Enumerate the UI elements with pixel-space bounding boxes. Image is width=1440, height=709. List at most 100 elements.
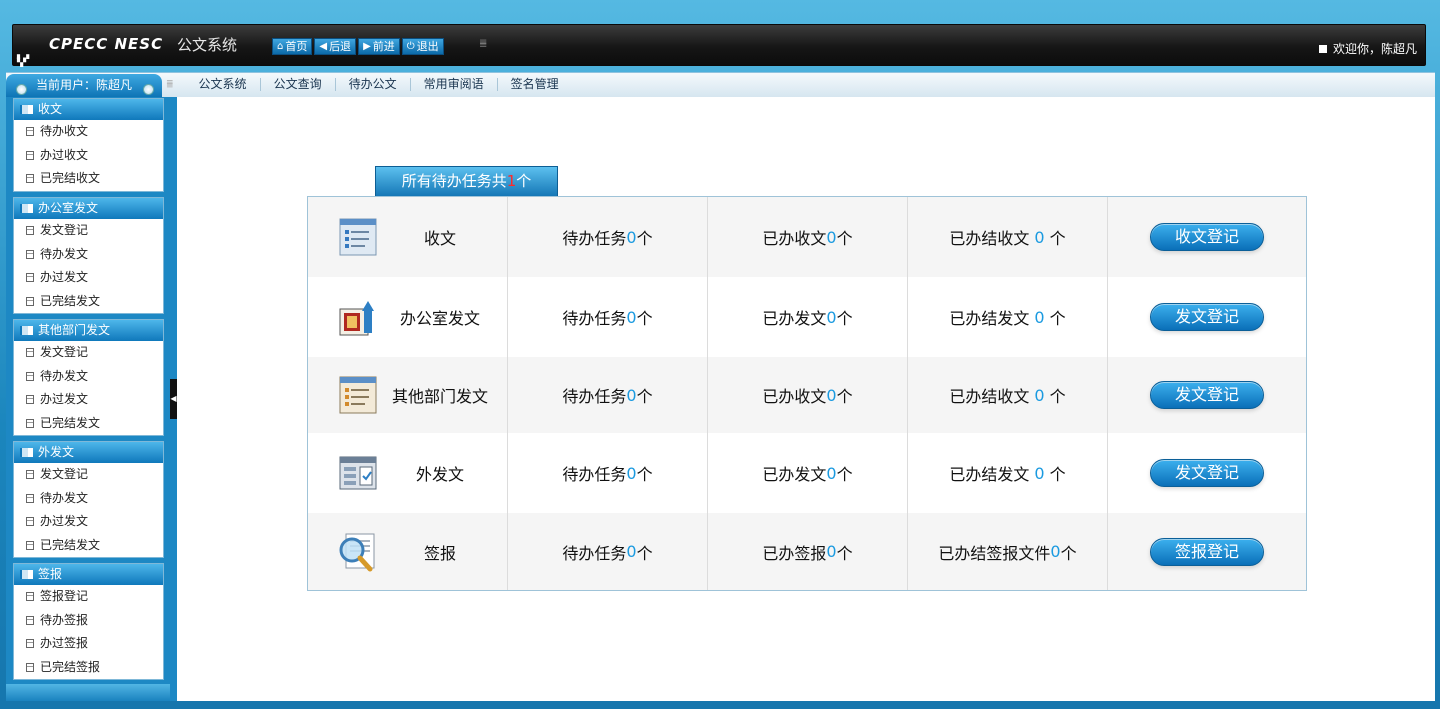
menu-item-document-query[interactable]: 公文查询 <box>261 78 336 91</box>
category-cell: 办公室发文 <box>308 277 508 357</box>
forward-button[interactable]: ▶ 前进 <box>358 38 400 55</box>
pending-count-cell: 待办任务 0 个 <box>508 197 708 277</box>
sidebar-item[interactable]: 办过发文 <box>14 266 163 290</box>
document-icon <box>26 174 34 184</box>
other-dept-register-button[interactable]: 发文登记 <box>1150 381 1264 409</box>
toolbar-grip-icon: ≡ ≡ <box>479 37 488 51</box>
pending-count: 0 <box>626 463 637 483</box>
category-label: 外发文 <box>415 465 464 484</box>
tab-knob-icon <box>16 84 27 95</box>
sidebar-item-label: 待办签报 <box>40 612 89 627</box>
collapse-sidebar-handle[interactable]: ◀ <box>170 379 177 419</box>
sidebar-item[interactable]: 待办发文 <box>14 365 163 389</box>
sidebar-item[interactable]: 办过收文 <box>14 144 163 168</box>
handled-count-cell: 已办发文 0 个 <box>708 433 908 513</box>
home-icon: ⌂ <box>277 41 284 52</box>
sidebar-item[interactable]: 已完结发文 <box>14 412 163 436</box>
sidebar-item[interactable]: 办过发文 <box>14 510 163 534</box>
action-cell: 发文登记 <box>1108 277 1306 357</box>
sidebar-item[interactable]: 办过发文 <box>14 388 163 412</box>
category-cell: 签报 <box>308 513 508 590</box>
completed-count: 0 <box>1034 307 1045 327</box>
sidebar-item-label: 办过收文 <box>40 147 89 162</box>
menu-grip-icon: ≡ ≡ <box>166 77 174 91</box>
menu-item-document-system[interactable]: 公文系统 <box>186 78 261 91</box>
menu-items: ≡ ≡ 公文系统 公文查询 待办公文 常用审阅语 签名管理 <box>166 74 572 95</box>
handled-label: 已办收文 <box>762 387 827 406</box>
action-cell: 收文登记 <box>1108 197 1306 277</box>
back-button[interactable]: ◀ 后退 <box>314 38 357 55</box>
completed-count: 0 <box>1034 463 1045 483</box>
power-icon: ⏻ <box>406 41 415 52</box>
pending-total-tab: 所有待办任务共1个 <box>375 166 558 196</box>
sidebar-item[interactable]: 办过签报 <box>14 632 163 656</box>
sidebar-item[interactable]: 已完结发文 <box>14 290 163 314</box>
category-label: 其他部门发文 <box>391 387 488 406</box>
pending-label: 待办任务 <box>562 309 627 328</box>
sidebar-item-label: 签报登记 <box>40 589 89 603</box>
task-table: 收文 待办任务 0 个 已办收文 0 个 已办结收文 0 个 收文登记 办公室发文 待办… <box>307 196 1307 591</box>
sidebar-item-label: 待办收文 <box>40 124 89 138</box>
sidebar-group-other-dept: 其他部门发文 发文登记 待办发文 办过发文 已完结发文 <box>13 319 164 436</box>
document-icon <box>26 418 34 428</box>
unit-label: 个 <box>836 309 853 328</box>
sidebar-item[interactable]: 已完结签报 <box>14 656 163 680</box>
document-icon <box>26 493 34 503</box>
handled-count-cell: 已办收文 0 个 <box>708 357 908 433</box>
completed-label: 已办结签报文件 <box>938 543 1051 563</box>
pending-label: 待办任务 <box>562 465 627 484</box>
menu-item-review-phrases[interactable]: 常用审阅语 <box>411 78 498 91</box>
document-icon <box>26 592 34 602</box>
document-icon <box>26 395 34 405</box>
sidebar-item-label: 办过发文 <box>40 514 89 528</box>
sidebar-item[interactable]: 已完结收文 <box>14 167 163 191</box>
sidebar-item[interactable]: 已完结发文 <box>14 534 163 558</box>
sidebar-group-sign-report: 签报 签报登记 待办签报 办过签报 已完结签报 <box>13 563 164 680</box>
sidebar-group-header[interactable]: 收文 <box>14 99 163 120</box>
sidebar-item[interactable]: 待办收文 <box>14 120 163 144</box>
category-cell: 收文 <box>308 197 508 277</box>
incoming-register-button[interactable]: 收文登记 <box>1150 223 1264 251</box>
completed-count-cell: 已办结发文 0 个 <box>908 433 1108 513</box>
sidebar-group-header[interactable]: 外发文 <box>14 442 163 463</box>
sidebar-item[interactable]: 发文登记 <box>14 463 163 487</box>
category-label: 办公室发文 <box>399 309 480 328</box>
pending-count: 0 <box>626 227 637 247</box>
completed-count: 0 <box>1034 227 1045 247</box>
sidebar-group-header[interactable]: 办公室发文 <box>14 198 163 219</box>
sidebar-item[interactable]: 发文登记 <box>14 341 163 365</box>
action-cell: 发文登记 <box>1108 357 1306 433</box>
handled-count-cell: 已办签报 0 个 <box>708 513 908 590</box>
sidebar-group-header[interactable]: 签报 <box>14 564 163 585</box>
unit-label: 个 <box>636 543 653 563</box>
logout-button[interactable]: ⏻ 退出 <box>401 38 444 55</box>
completed-count-cell: 已办结签报文件 0 个 <box>908 513 1108 590</box>
sidebar-item-label: 发文登记 <box>40 223 89 237</box>
top-bar: ▖▗ ▚▘ CPECC NESC 公文系统 ⌂ 首页 ◀ 后退 ▶ 前进 ⏻ 退出… <box>12 24 1426 67</box>
sidebar-item[interactable]: 待办发文 <box>14 487 163 511</box>
external-register-button[interactable]: 发文登记 <box>1150 459 1264 487</box>
home-button[interactable]: ⌂ 首页 <box>272 38 313 55</box>
action-cell: 发文登记 <box>1108 433 1306 513</box>
forward-label: 前进 <box>372 40 395 53</box>
menu-item-signature-management[interactable]: 签名管理 <box>498 78 572 91</box>
sidebar-group-title: 其他部门发文 <box>38 323 111 337</box>
unit-label: 个 <box>1044 309 1066 328</box>
sign-report-register-button[interactable]: 签报登记 <box>1150 537 1264 566</box>
sidebar-item-label: 发文登记 <box>40 467 89 481</box>
menu-item-pending-documents[interactable]: 待办公文 <box>336 78 411 91</box>
sidebar-item[interactable]: 签报登记 <box>14 585 163 609</box>
sidebar-item[interactable]: 待办发文 <box>14 243 163 267</box>
sidebar-item-label: 办过发文 <box>40 270 89 284</box>
handled-label: 已办发文 <box>762 465 827 484</box>
sidebar-item[interactable]: 发文登记 <box>14 219 163 243</box>
sidebar-group-header[interactable]: 其他部门发文 <box>14 320 163 341</box>
pending-count-cell: 待办任务 0 个 <box>508 433 708 513</box>
office-outgoing-register-button[interactable]: 发文登记 <box>1150 303 1264 331</box>
pending-label: 待办任务 <box>562 387 627 406</box>
category-label: 签报 <box>423 543 456 563</box>
pending-label: 待办任务 <box>562 543 627 563</box>
sidebar-item[interactable]: 待办签报 <box>14 609 163 633</box>
handled-label: 已办签报 <box>762 543 827 563</box>
tab-knob-icon <box>143 84 154 95</box>
